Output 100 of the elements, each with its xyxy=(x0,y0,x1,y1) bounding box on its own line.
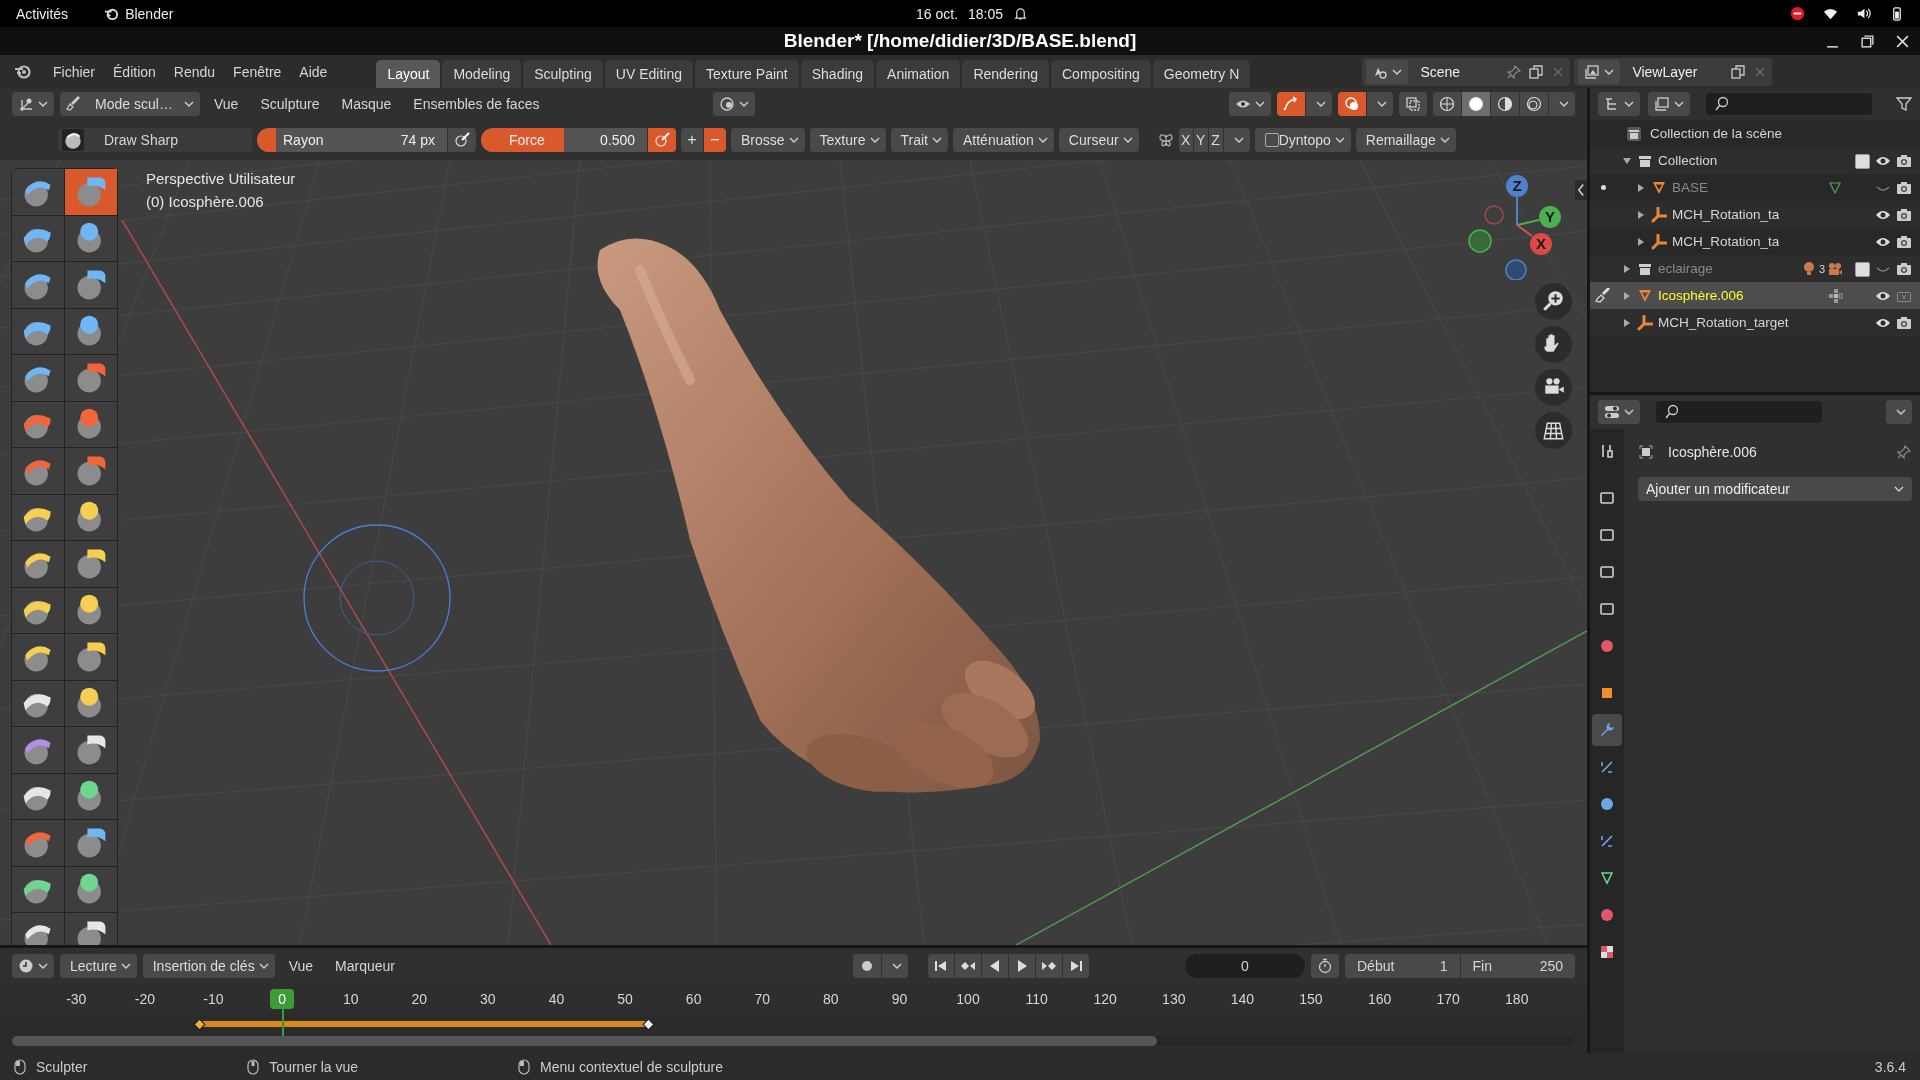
dropdown-button[interactable]: Atténuation xyxy=(953,128,1054,152)
tool-button[interactable] xyxy=(12,913,64,945)
axis-toggle[interactable]: Y xyxy=(1193,128,1208,152)
expand-arrow-icon[interactable] xyxy=(1622,317,1632,328)
shading-mode-button[interactable] xyxy=(1433,92,1461,116)
outliner-row[interactable]: MCH_Rotation_ta xyxy=(1590,228,1920,255)
hand-icon[interactable] xyxy=(1535,326,1572,363)
direction-button[interactable]: + xyxy=(681,128,703,152)
next-keyframe-button[interactable] xyxy=(1036,954,1062,978)
duplicate-icon[interactable] xyxy=(1528,64,1545,80)
dropdown-button[interactable]: Brosse xyxy=(731,128,805,152)
gizmo-toggle[interactable] xyxy=(1277,92,1305,116)
tool-button[interactable] xyxy=(12,634,64,680)
display-mode-button[interactable] xyxy=(1598,92,1640,116)
tool-button[interactable] xyxy=(65,634,117,680)
app-name[interactable]: Blender xyxy=(125,5,174,22)
video-camera-icon[interactable] xyxy=(1827,260,1843,277)
menu-item[interactable]: Sculpture xyxy=(252,96,328,112)
tool-button[interactable] xyxy=(65,587,117,633)
duplicate-icon[interactable] xyxy=(1730,64,1747,80)
mode-dot[interactable] xyxy=(1600,185,1606,190)
menu-item[interactable]: Édition xyxy=(104,64,165,88)
workspace-tab[interactable]: Texture Paint xyxy=(695,60,799,88)
dropdown-button[interactable]: Trait xyxy=(890,128,948,152)
camera-icon[interactable] xyxy=(1896,314,1912,331)
tool-button[interactable] xyxy=(65,541,117,587)
play-button[interactable] xyxy=(1009,954,1035,978)
tool-button[interactable] xyxy=(65,773,117,819)
tool-button[interactable] xyxy=(65,680,117,726)
tool-button[interactable] xyxy=(12,773,64,819)
outliner-item-label[interactable]: eclairage xyxy=(1658,261,1796,276)
shading-menu-button[interactable] xyxy=(1549,92,1575,116)
negative-axis-handle[interactable] xyxy=(1484,205,1504,225)
tool-button[interactable] xyxy=(12,680,64,726)
play-reverse-button[interactable] xyxy=(982,954,1008,978)
camera-icon[interactable] xyxy=(1896,179,1912,196)
activities-button[interactable]: Activités xyxy=(16,5,69,22)
negative-axis-handle[interactable] xyxy=(1468,229,1492,253)
clock-text[interactable]: 18:05 xyxy=(968,5,1004,22)
workspace-tab[interactable]: Compositing xyxy=(1051,60,1151,88)
symmetry-menu-button[interactable] xyxy=(1223,128,1250,152)
jump-end-button[interactable] xyxy=(1063,954,1089,978)
expand-arrow-icon[interactable] xyxy=(1636,182,1646,193)
negative-axis-handle[interactable] xyxy=(1505,259,1527,280)
camera-icon[interactable] xyxy=(1896,260,1912,277)
dropdown-button[interactable]: Curseur xyxy=(1058,128,1139,152)
brush-icon[interactable] xyxy=(1595,287,1611,304)
pin-icon[interactable] xyxy=(1896,444,1912,460)
tool-button[interactable] xyxy=(65,727,117,773)
outliner-item-label[interactable]: Collection xyxy=(1658,153,1838,168)
restore-icon[interactable] xyxy=(1860,33,1875,49)
shading-mode-button[interactable] xyxy=(1462,92,1490,116)
end-frame-field[interactable]: Fin 250 xyxy=(1460,954,1575,978)
brush-selector[interactable]: Draw Sharp xyxy=(58,128,252,152)
direction-button[interactable]: − xyxy=(704,128,726,152)
remesh-dropdown[interactable]: Remaillage xyxy=(1355,128,1456,152)
shading-mode-button[interactable] xyxy=(1491,92,1519,116)
outliner-item-label[interactable]: BASE xyxy=(1672,180,1822,195)
tool-button[interactable] xyxy=(12,587,64,633)
volume-icon[interactable] xyxy=(1856,6,1871,21)
menu-item[interactable]: Fenêtre xyxy=(224,64,291,88)
zoom-icon[interactable] xyxy=(1535,283,1572,320)
collapse-arrow-icon[interactable] xyxy=(1575,180,1587,200)
slider-field[interactable]: Force 0.500 xyxy=(481,128,647,152)
outliner-item-label[interactable]: Icosphère.006 xyxy=(1658,288,1822,303)
slider-field[interactable]: Rayon 74 px xyxy=(257,128,447,152)
blender-logo-icon[interactable] xyxy=(14,62,32,80)
pin-icon[interactable] xyxy=(1506,64,1523,80)
dropdown-button[interactable]: Texture xyxy=(809,128,886,152)
outliner-row[interactable]: eclairage 3 xyxy=(1590,255,1920,282)
menu-item[interactable]: Rendu xyxy=(164,64,225,88)
camera-icon[interactable] xyxy=(1896,233,1912,250)
workspace-tab[interactable]: Geometry N xyxy=(1152,60,1251,88)
dropdown-button[interactable]: Lecture xyxy=(60,954,137,978)
tool-button[interactable] xyxy=(65,913,117,945)
axis-toggle[interactable]: Z xyxy=(1208,128,1223,152)
view-layer-button[interactable] xyxy=(1648,92,1690,116)
record-button[interactable] xyxy=(853,954,881,978)
menu-item[interactable]: Marqueur xyxy=(327,958,403,974)
outliner-item-label[interactable]: Collection de la scène xyxy=(1650,126,1783,141)
outliner-item-label[interactable]: MCH_Rotation_target xyxy=(1658,315,1838,330)
editor-type-button[interactable] xyxy=(1598,400,1640,424)
expand-arrow-icon[interactable] xyxy=(1636,209,1646,220)
tool-button[interactable] xyxy=(65,215,117,261)
gizmo-menu-button[interactable] xyxy=(1306,92,1332,116)
modifiers-tab[interactable] xyxy=(1592,714,1622,746)
menu-item[interactable]: Aide xyxy=(290,64,337,88)
workspace-tab[interactable]: Modeling xyxy=(442,60,522,88)
menu-item[interactable]: Fichier xyxy=(44,64,104,88)
options-button[interactable] xyxy=(1886,400,1912,424)
exclude-checkbox[interactable] xyxy=(1854,260,1870,277)
tool-button[interactable] xyxy=(12,215,64,261)
start-frame-field[interactable]: Début 1 xyxy=(1345,954,1460,978)
workspace-tab[interactable]: Layout xyxy=(376,60,441,88)
preview-range-button[interactable] xyxy=(1311,954,1339,978)
tool-button[interactable] xyxy=(12,494,64,540)
outliner-row[interactable]: Icosphère.006 xyxy=(1590,282,1920,309)
date-text[interactable]: 16 oct. xyxy=(916,5,959,22)
pressure-toggle[interactable] xyxy=(448,128,476,152)
search-field[interactable] xyxy=(1706,93,1872,115)
